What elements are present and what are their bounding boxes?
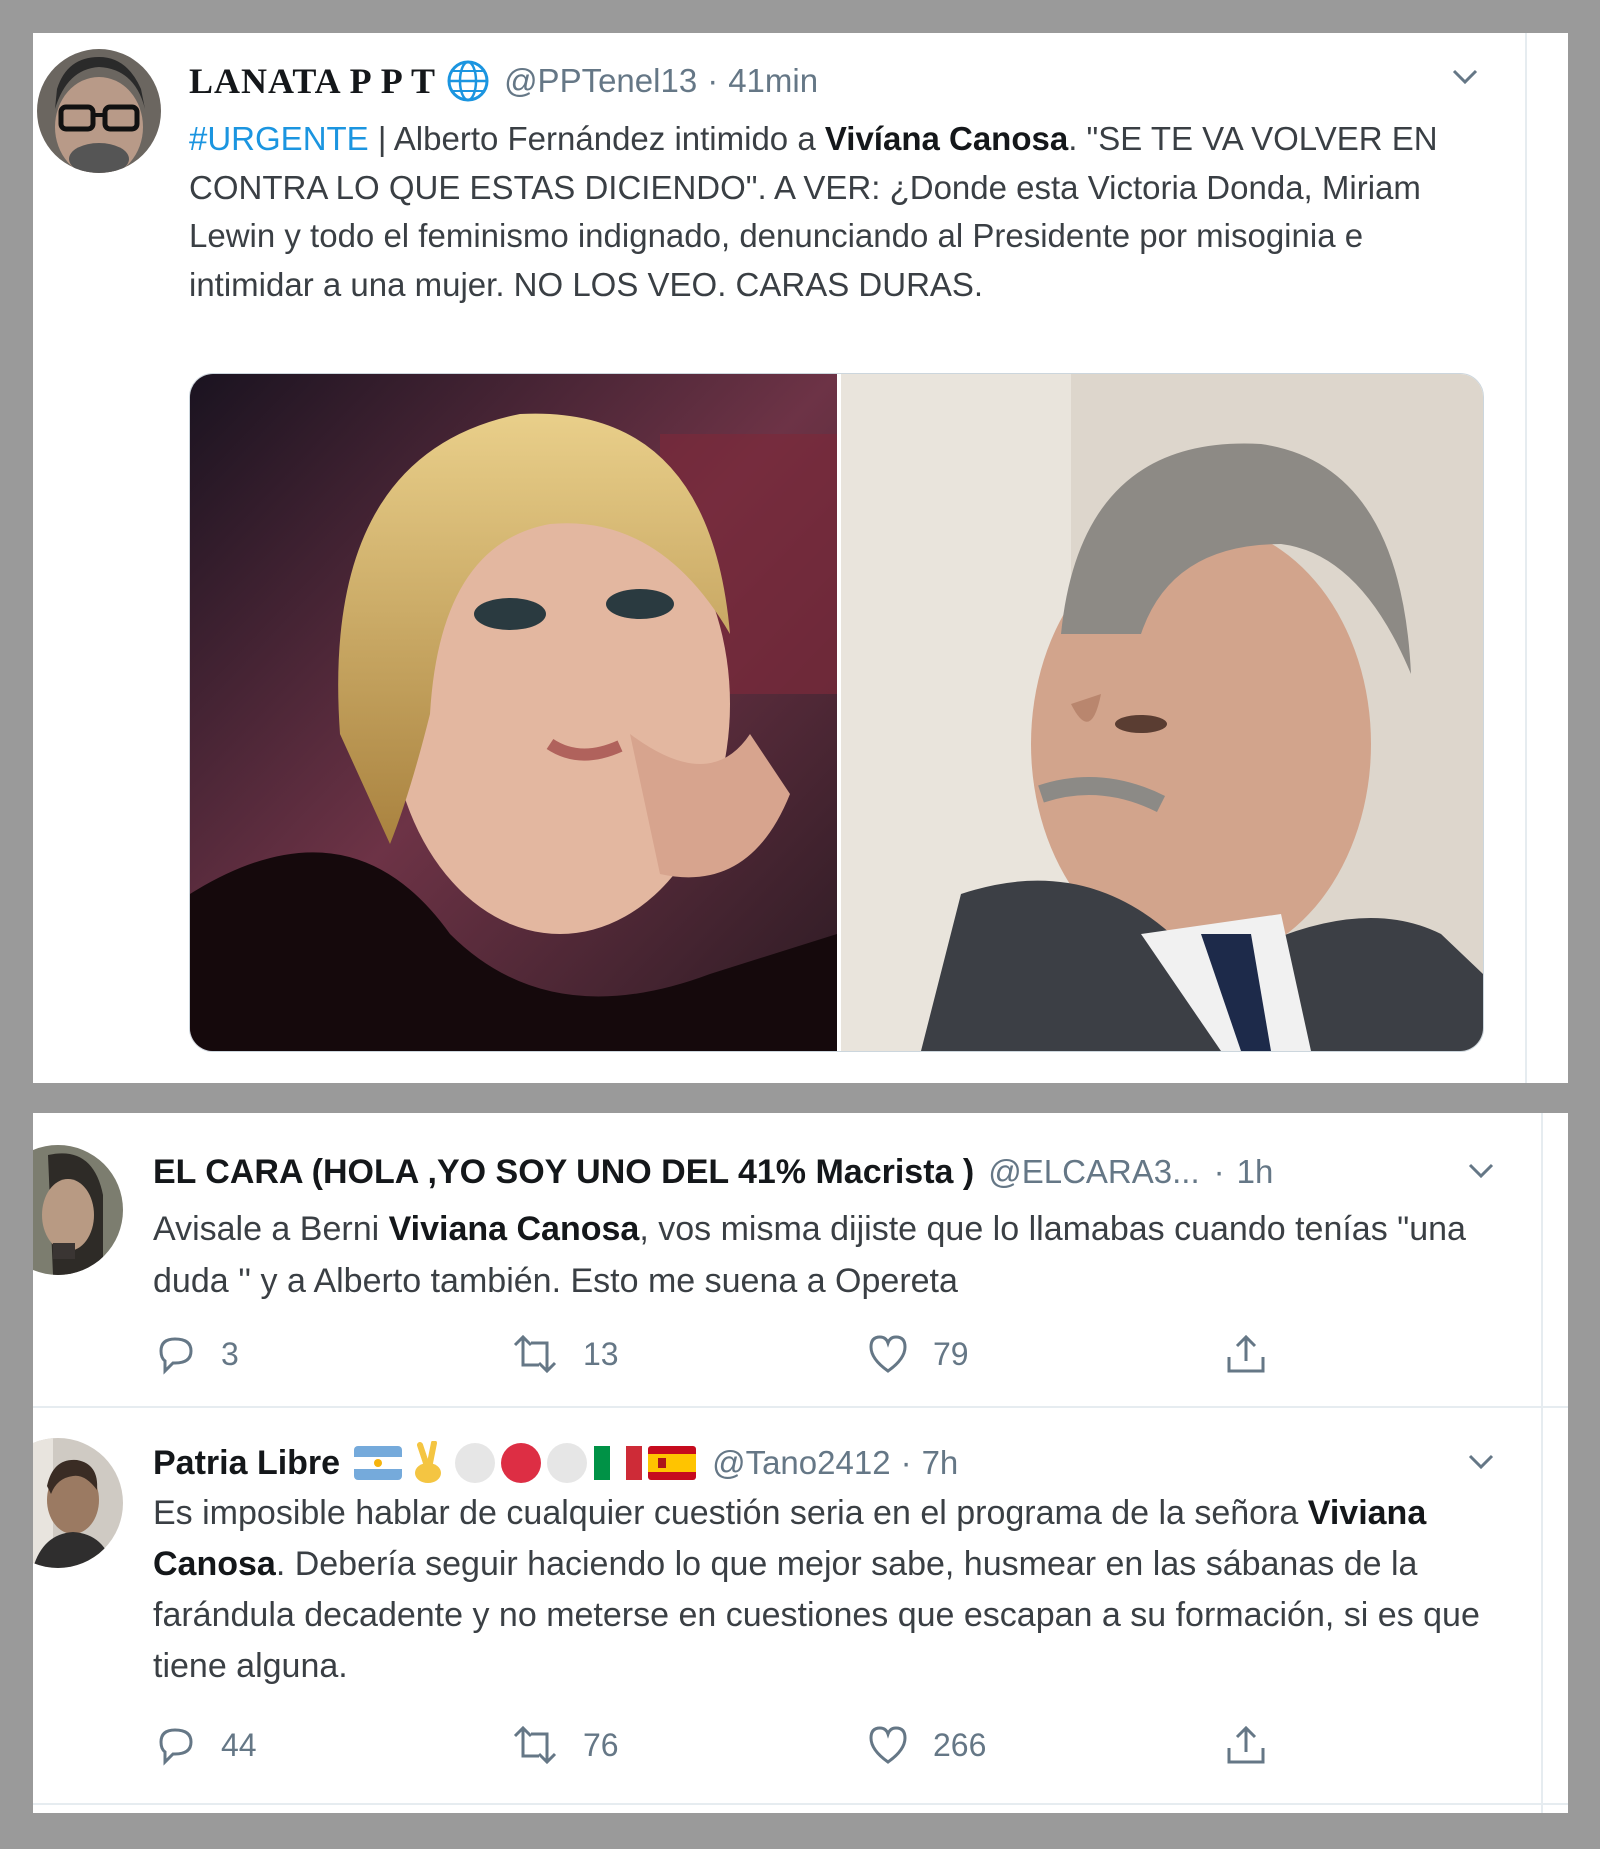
timestamp[interactable]: 1h (1237, 1153, 1274, 1191)
like-count: 266 (933, 1726, 987, 1763)
mention-bold: Vivíana Canosa (824, 120, 1069, 157)
tweet-text-part: . Debería seguir haciendo lo que mejor s… (153, 1545, 1480, 1685)
tweet-card-main[interactable]: LANATA P P T @PPTenel13 · 41min #URGENTE… (33, 33, 1568, 1083)
reply-icon (159, 1728, 193, 1766)
separator-dot: · (900, 1444, 912, 1481)
reply-icon (159, 1337, 193, 1375)
tweet-divider (33, 1803, 1568, 1805)
chevron-down-icon[interactable] (1467, 1452, 1495, 1472)
hashtag-link[interactable]: #URGENTE (189, 120, 369, 157)
italy-flag-icon (594, 1446, 643, 1480)
reply-button[interactable]: 3 (153, 1331, 239, 1377)
tweet-text: Avisale a Berni Viviana Canosa, vos mism… (153, 1203, 1503, 1307)
timestamp[interactable]: 41min (728, 62, 818, 100)
separator-dot: · (1213, 1153, 1225, 1190)
retweet-count: 76 (583, 1726, 619, 1763)
column-border (1525, 33, 1527, 1083)
reply-tweet[interactable]: Patria Libre @Tano2412 · 7h Es imposible… (33, 1408, 1541, 1803)
chevron-down-icon[interactable] (1451, 67, 1479, 87)
mention-bold: Viviana Canosa (388, 1210, 640, 1248)
share-button[interactable] (1223, 1331, 1291, 1377)
retweet-icon (513, 1334, 557, 1374)
author-name[interactable]: LANATA P P T (189, 60, 436, 102)
author-name[interactable]: EL CARA (HOLA ,YO SOY UNO DEL 41% Macris… (153, 1153, 974, 1192)
author-handle[interactable]: @Tano2412 (712, 1444, 890, 1482)
author-handle[interactable]: @ELCARA3... (988, 1153, 1199, 1191)
share-icon (1227, 1725, 1265, 1764)
author-handle[interactable]: @PPTenel13 (504, 62, 697, 100)
tweet-text-part: | Alberto Fernández intimido a (368, 120, 825, 157)
share-icon (1227, 1334, 1265, 1373)
separator-dot: · (707, 62, 719, 99)
media-photo-woman[interactable] (190, 374, 837, 1051)
avatar-lanata[interactable] (37, 49, 161, 173)
media-grid[interactable] (189, 373, 1484, 1052)
heart-icon (869, 1726, 907, 1764)
tweet-text-part: Avisale a Berni (153, 1210, 389, 1248)
reply-tweet[interactable]: EL CARA (HOLA ,YO SOY UNO DEL 41% Macris… (33, 1113, 1541, 1408)
tweet-header: EL CARA (HOLA ,YO SOY UNO DEL 41% Macris… (153, 1147, 1273, 1197)
white-circle-icon (454, 1442, 496, 1484)
media-photo-man[interactable] (841, 374, 1483, 1051)
like-button[interactable]: 266 (865, 1722, 986, 1768)
reply-count: 3 (221, 1335, 239, 1372)
retweet-button[interactable]: 13 (509, 1331, 619, 1377)
victory-hand-icon (410, 1441, 446, 1485)
white-circle-icon (546, 1442, 588, 1484)
retweet-button[interactable]: 76 (509, 1722, 619, 1768)
tweet-text: #URGENTE | Alberto Fernández intimido a … (189, 115, 1489, 309)
tweet-actions: 3 13 79 (153, 1331, 1353, 1381)
retweet-count: 13 (583, 1335, 619, 1372)
chevron-down-icon[interactable] (1467, 1161, 1495, 1181)
reply-button[interactable]: 44 (153, 1722, 257, 1768)
like-count: 79 (933, 1335, 969, 1372)
avatar-elcara[interactable] (33, 1145, 123, 1275)
tweet-header: LANATA P P T @PPTenel13 · 41min (189, 51, 818, 111)
replies-panel: EL CARA (HOLA ,YO SOY UNO DEL 41% Macris… (33, 1113, 1568, 1813)
spain-flag-icon (648, 1446, 697, 1480)
reply-count: 44 (221, 1726, 257, 1763)
like-button[interactable]: 79 (865, 1331, 969, 1377)
argentina-flag-icon (354, 1446, 403, 1480)
timestamp[interactable]: 7h (922, 1444, 959, 1482)
tweet-text-part: Es imposible hablar de cualquier cuestió… (153, 1494, 1308, 1532)
globe-icon (446, 59, 490, 103)
column-border (1541, 1113, 1543, 1813)
red-circle-icon (500, 1442, 542, 1484)
author-name[interactable]: Patria Libre (153, 1444, 340, 1483)
heart-icon (869, 1335, 907, 1373)
avatar-patria-libre[interactable] (33, 1438, 123, 1568)
tweet-header: Patria Libre @Tano2412 · 7h (153, 1436, 958, 1490)
tweet-actions: 44 76 266 (153, 1722, 1353, 1772)
share-button[interactable] (1223, 1722, 1291, 1768)
retweet-icon (513, 1725, 557, 1765)
tweet-text: Es imposible hablar de cualquier cuestió… (153, 1488, 1523, 1692)
